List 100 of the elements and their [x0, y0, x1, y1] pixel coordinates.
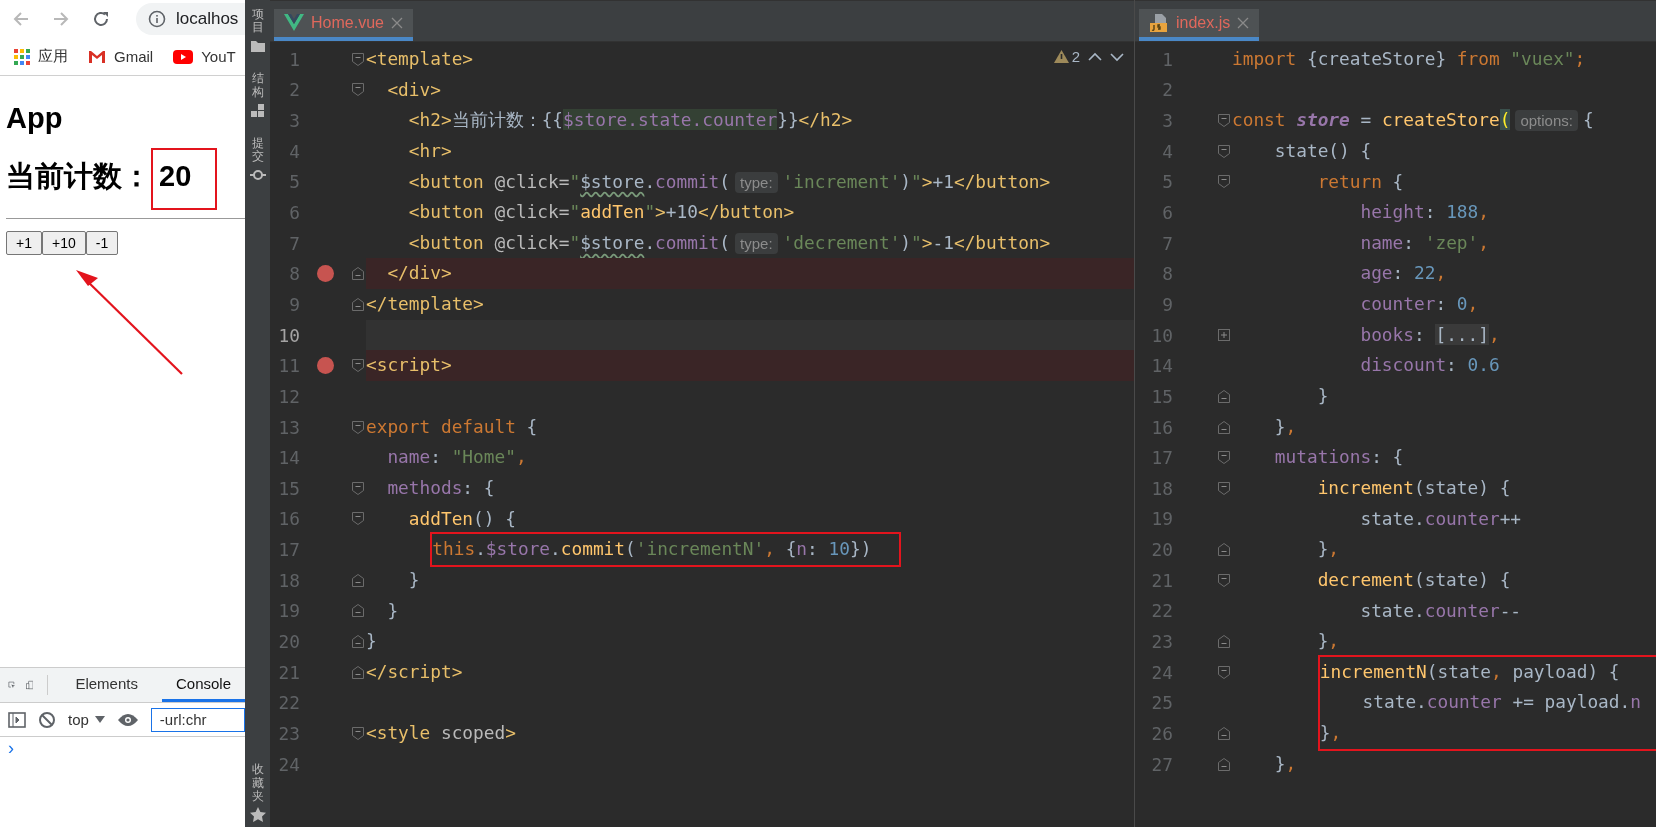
- line-number: 19: [277, 600, 300, 622]
- devtools-tab[interactable]: Elements: [61, 668, 152, 702]
- bookmark[interactable]: YouT: [173, 48, 236, 65]
- fold-icon[interactable]: [1216, 419, 1231, 435]
- fold-icon[interactable]: [1216, 572, 1231, 588]
- tool-window-label[interactable]: 收藏夹: [251, 763, 264, 803]
- fold-icon[interactable]: [1216, 143, 1231, 159]
- tool-window-label[interactable]: 项目: [251, 8, 264, 35]
- line-number: 27: [1150, 753, 1173, 775]
- fold-icon[interactable]: [351, 725, 365, 741]
- code-line: increment(state) {: [1316, 475, 1511, 500]
- breakpoint-icon[interactable]: [316, 265, 334, 283]
- code-line: state.counter--: [1359, 598, 1522, 623]
- line-number: 7: [288, 232, 300, 254]
- fold-icon[interactable]: [1216, 174, 1231, 190]
- line-number: 12: [277, 385, 300, 407]
- fold-icon[interactable]: [1216, 634, 1231, 649]
- code-line: decrement(state) {: [1316, 567, 1511, 592]
- forward-icon[interactable]: [52, 10, 70, 28]
- fold-icon[interactable]: [351, 664, 365, 680]
- code-line: addTen() {: [407, 506, 516, 531]
- line-number: 9: [1161, 293, 1173, 315]
- line-number: 24: [277, 753, 300, 775]
- code-line: return {: [1316, 169, 1404, 194]
- bookmark[interactable]: Gmail: [88, 48, 154, 65]
- tool-window-label[interactable]: 提交: [251, 136, 264, 164]
- line-number: 2: [1161, 79, 1173, 101]
- tool-window-label[interactable]: 结构: [251, 72, 264, 99]
- line-number: 23: [277, 722, 300, 744]
- code-line: }: [407, 567, 420, 592]
- bookmark[interactable]: 应用: [14, 47, 68, 66]
- code-line: name: 'zep',: [1359, 230, 1489, 255]
- code-line: age: 22,: [1359, 261, 1447, 286]
- fold-icon[interactable]: [1216, 480, 1231, 496]
- fold-icon[interactable]: [351, 82, 365, 98]
- reload-icon[interactable]: [92, 10, 110, 28]
- filter-field[interactable]: -url:chr: [150, 707, 245, 732]
- code-line: <h2>当前计数：{{$store.state.counter}}</h2>: [407, 108, 853, 133]
- fold-icon[interactable]: [1216, 664, 1231, 680]
- warning-count[interactable]: 2: [1053, 48, 1080, 65]
- chevron-up-icon[interactable]: [1088, 51, 1102, 62]
- code-line: <style scoped>: [366, 721, 516, 746]
- page-button[interactable]: -1: [85, 231, 119, 255]
- code-line: <button @click="$store.commit( type: 'decrement')">-1</button>: [407, 230, 1051, 256]
- line-number: 20: [277, 631, 300, 652]
- context-dropdown[interactable]: top: [68, 711, 105, 728]
- page-button[interactable]: +1: [6, 231, 42, 255]
- structure-icon[interactable]: [249, 102, 266, 119]
- sidebar-icon[interactable]: [8, 711, 26, 728]
- code-line: },: [1319, 721, 1343, 746]
- code-line: this.$store.commit('incrementN', {n: 10}): [432, 537, 872, 562]
- fold-icon[interactable]: [1216, 113, 1231, 129]
- fold-icon[interactable]: [1216, 542, 1231, 558]
- fold-icon[interactable]: [351, 266, 365, 282]
- line-number: 16: [1150, 416, 1173, 438]
- line-number: 17: [1150, 447, 1173, 469]
- breakpoint-icon[interactable]: [316, 357, 334, 375]
- fold-icon[interactable]: [351, 511, 365, 527]
- code-line: <button @click="$store.commit( type: 'increment')">+1</button>: [407, 169, 1051, 195]
- code-line: },: [1316, 537, 1340, 562]
- code-line: </script>: [366, 659, 463, 684]
- page-button[interactable]: +10: [41, 231, 86, 255]
- star-icon[interactable]: [249, 807, 266, 823]
- code-line: name: "Home",: [386, 445, 527, 470]
- line-number: 20: [1150, 539, 1173, 561]
- fold-icon[interactable]: [351, 358, 365, 374]
- fold-icon[interactable]: [351, 51, 365, 67]
- fold-icon[interactable]: [351, 572, 365, 588]
- fold-icon[interactable]: [1216, 327, 1231, 343]
- clear-icon[interactable]: [38, 710, 56, 729]
- close-icon[interactable]: [390, 17, 403, 29]
- eye-icon[interactable]: [116, 712, 139, 727]
- code-line: const store = createStore( options: {: [1232, 108, 1594, 134]
- line-number: 13: [277, 416, 300, 438]
- code-line: counter: 0,: [1359, 292, 1479, 317]
- info-icon[interactable]: [148, 10, 166, 28]
- line-number: 4: [1161, 140, 1173, 162]
- fold-icon[interactable]: [1216, 388, 1231, 404]
- fold-icon[interactable]: [351, 419, 365, 435]
- console-prompt[interactable]: ›: [0, 737, 245, 759]
- line-number: 6: [1161, 202, 1173, 223]
- fold-icon[interactable]: [351, 603, 365, 619]
- fold-icon[interactable]: [351, 480, 365, 496]
- mail-icon: [88, 48, 106, 65]
- fold-icon[interactable]: [1216, 450, 1231, 466]
- folder-icon[interactable]: [249, 38, 266, 55]
- line-number: 26: [1150, 722, 1173, 744]
- close-icon[interactable]: [1237, 17, 1250, 29]
- fold-icon[interactable]: [1216, 725, 1231, 741]
- back-icon[interactable]: [12, 10, 30, 28]
- line-number: 3: [1161, 110, 1173, 132]
- counter-label: 当前计数：: [6, 159, 151, 194]
- fold-icon[interactable]: [1216, 756, 1231, 772]
- line-number: 22: [277, 692, 300, 714]
- line-number: 24: [1150, 661, 1173, 683]
- line-number: 17: [277, 539, 300, 561]
- address-bar[interactable]: localhos: [136, 3, 245, 35]
- chevron-down-icon[interactable]: [1110, 51, 1124, 62]
- fold-icon[interactable]: [351, 296, 365, 312]
- fold-icon[interactable]: [351, 634, 365, 649]
